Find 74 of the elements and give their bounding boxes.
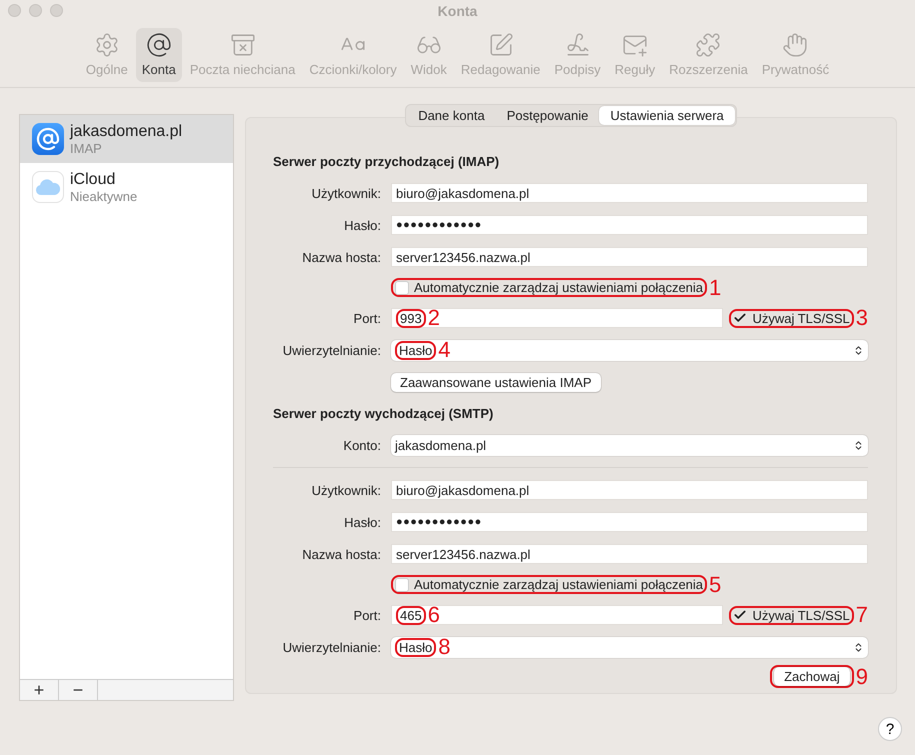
annotation-number: 9 bbox=[856, 666, 868, 688]
select-value: jakasdomena.pl bbox=[395, 438, 486, 452]
close-button[interactable] bbox=[8, 4, 21, 16]
checkbox[interactable] bbox=[395, 578, 409, 592]
tab[interactable]: Postępowanie bbox=[496, 106, 600, 125]
select-value: Hasło bbox=[399, 640, 432, 654]
tab[interactable]: Dane konta bbox=[407, 106, 496, 125]
field-label: Uwierzytelnianie: bbox=[282, 640, 381, 654]
input-field[interactable]: biuro@jakasdomena.pl bbox=[391, 480, 868, 500]
zoom-button[interactable] bbox=[50, 4, 63, 16]
help-button[interactable]: ? bbox=[878, 717, 902, 741]
at-sign-icon bbox=[32, 123, 64, 155]
input-field[interactable]: 465 6 bbox=[391, 605, 724, 625]
chevron-icon bbox=[853, 344, 864, 356]
toolbar-tab[interactable]: Konta bbox=[136, 28, 182, 82]
chevron-icon bbox=[853, 642, 864, 652]
checkbox-label: Automatycznie zarządzaj ustawieniami połączenia bbox=[414, 577, 704, 592]
save-button[interactable]: Zachowaj bbox=[774, 667, 850, 686]
checkbox[interactable] bbox=[733, 311, 748, 325]
account-status: IMAP bbox=[70, 140, 103, 156]
field-label: Uwierzytelnianie: bbox=[282, 342, 381, 358]
account-name: jakasdomena.pl bbox=[70, 122, 182, 140]
tab[interactable]: Ustawienia serwera bbox=[599, 106, 735, 125]
field-label: Hasło: bbox=[343, 514, 381, 530]
account-status: Nieaktywne bbox=[70, 188, 138, 204]
window-title: Konta bbox=[438, 3, 478, 19]
field-label: Port: bbox=[352, 608, 381, 622]
checkbox-label: Używaj TLS/SSL bbox=[752, 608, 850, 622]
field-label: Nazwa hosta: bbox=[301, 546, 381, 562]
checkbox[interactable] bbox=[395, 280, 409, 294]
annotation-number: 5 bbox=[709, 574, 722, 596]
field-value: 465 bbox=[400, 608, 422, 622]
select-field[interactable]: Hasło 8 bbox=[391, 636, 868, 658]
input-field[interactable]: server123456.nazwa.pl bbox=[391, 247, 868, 267]
checkbox[interactable] bbox=[733, 608, 748, 622]
account-item[interactable]: jakasdomena.pl IMAP bbox=[20, 115, 233, 163]
field-label: Użytkownik: bbox=[310, 482, 381, 498]
pencil-square-icon bbox=[488, 32, 514, 58]
field-label: Port: bbox=[352, 310, 381, 326]
annotation-number: 3 bbox=[856, 307, 868, 329]
select-field[interactable]: Hasło 4 bbox=[391, 340, 868, 360]
field-label: Nazwa hosta: bbox=[301, 250, 381, 264]
checkbox-label: Automatycznie zarządzaj ustawieniami połączenia bbox=[414, 280, 704, 295]
minimize-button[interactable] bbox=[29, 4, 42, 16]
signature-icon bbox=[564, 32, 591, 58]
section-heading: Serwer poczty przychodzącej (IMAP) bbox=[273, 154, 500, 169]
input-field[interactable]: server123456.nazwa.pl bbox=[391, 544, 868, 564]
account-name: iCloud bbox=[70, 170, 116, 188]
field-label: Konto: bbox=[342, 438, 381, 452]
select-field[interactable]: jakasdomena.pl bbox=[391, 434, 868, 456]
field-value: 993 bbox=[400, 310, 422, 326]
checkbox-label: Używaj TLS/SSL bbox=[752, 310, 850, 326]
annotation-number: 2 bbox=[428, 307, 440, 329]
field-label: Hasło: bbox=[343, 218, 381, 232]
puzzle-icon bbox=[695, 32, 722, 58]
cloud-icon bbox=[32, 171, 64, 203]
box-with-x-icon bbox=[230, 32, 256, 58]
advanced-settings-button[interactable]: Zaawansowane ustawienia IMAP bbox=[391, 372, 600, 392]
hand-icon bbox=[782, 32, 808, 58]
at-sign-icon bbox=[146, 32, 172, 58]
input-field[interactable]: biuro@jakasdomena.pl bbox=[391, 183, 868, 203]
input-field[interactable]: 993 2 bbox=[391, 308, 724, 328]
input-field[interactable]: ●●●●●●●●●●●● bbox=[391, 215, 868, 235]
select-value: Hasło bbox=[399, 342, 432, 358]
section-heading: Serwer poczty wychodzącej (SMTP) bbox=[273, 406, 494, 421]
annotation-number: 4 bbox=[438, 339, 450, 361]
annotation-number: 8 bbox=[438, 636, 450, 658]
input-field[interactable]: ●●●●●●●●●●●● bbox=[391, 512, 868, 532]
annotation-number: 6 bbox=[428, 604, 440, 626]
annotation-number: 1 bbox=[709, 276, 722, 298]
annotation-number: 7 bbox=[856, 604, 868, 626]
chevron-icon bbox=[853, 440, 864, 450]
gear-icon bbox=[94, 32, 120, 58]
field-label: Użytkownik: bbox=[310, 186, 381, 200]
